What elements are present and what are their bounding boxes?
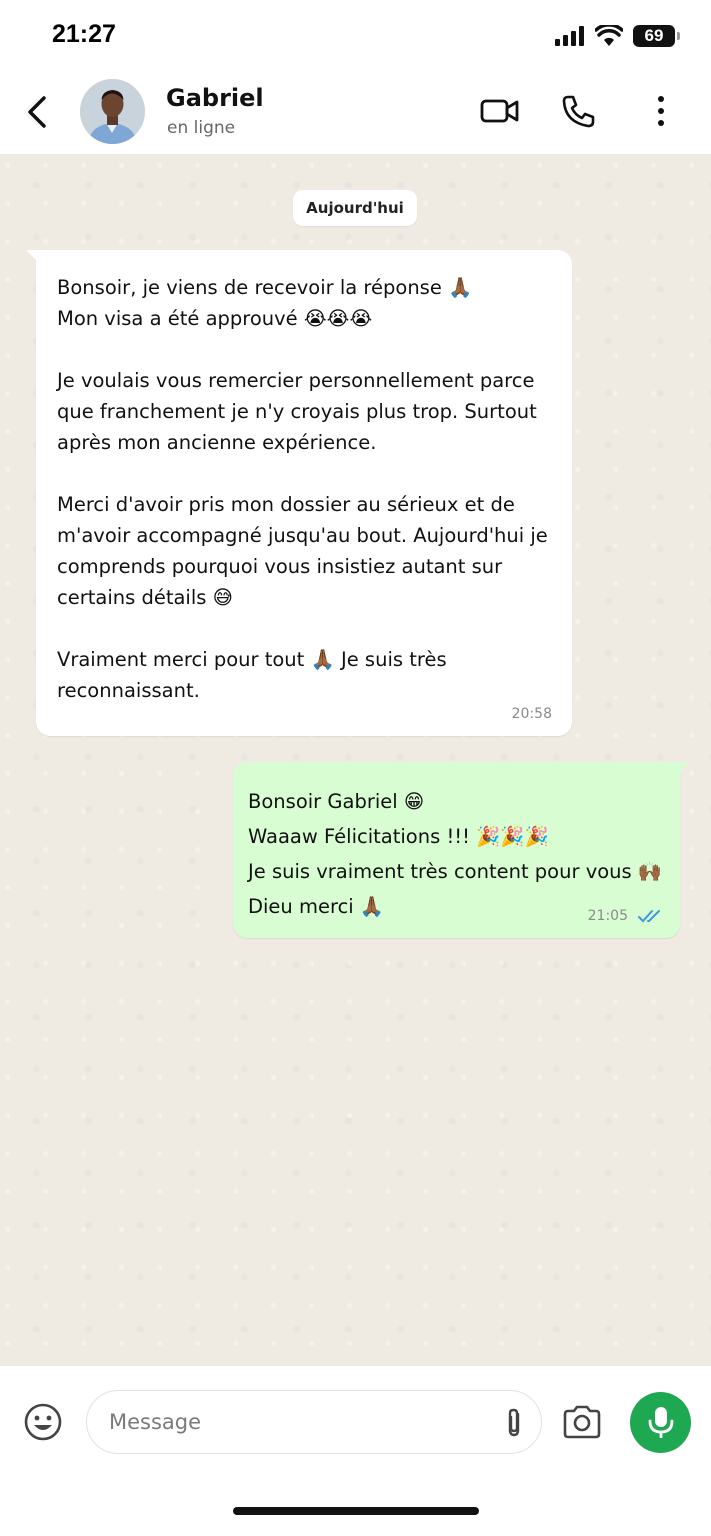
message-text: Bonsoir Gabriel 😁 Waaaw Félicitations !!…	[248, 790, 663, 918]
mic-button[interactable]	[630, 1392, 691, 1453]
battery-indicator: 69	[633, 25, 680, 47]
more-vert-icon[interactable]	[648, 94, 674, 128]
date-chip: Aujourd'hui	[293, 190, 417, 226]
mic-icon	[648, 1406, 673, 1438]
phone-icon[interactable]	[560, 94, 596, 128]
message-text: Bonsoir, je viens de recevoir la réponse…	[57, 276, 548, 702]
message-time: 20:58	[511, 706, 552, 722]
incoming-message[interactable]: Bonsoir, je viens de recevoir la réponse…	[26, 250, 572, 736]
read-ticks-icon	[638, 910, 660, 923]
status-time: 21:27	[52, 20, 116, 48]
avatar[interactable]	[80, 79, 145, 144]
wifi-icon	[595, 25, 623, 46]
signal-icon	[555, 26, 584, 46]
emoji-icon[interactable]	[23, 1402, 63, 1442]
input-bar: Message	[0, 1366, 711, 1536]
contact-status: en ligne	[167, 118, 236, 138]
attach-icon[interactable]	[503, 1407, 525, 1439]
status-bar: 21:27 69	[0, 0, 711, 72]
status-icons: 69	[555, 22, 680, 50]
chat-area[interactable]: Aujourd'hui Bonsoir, je viens de recevoi…	[0, 154, 711, 1366]
home-indicator	[233, 1507, 479, 1515]
message-input[interactable]: Message	[86, 1390, 542, 1454]
message-time: 21:05	[587, 908, 628, 924]
contact-name[interactable]: Gabriel	[166, 84, 264, 112]
message-placeholder: Message	[109, 1410, 202, 1434]
outgoing-message[interactable]: Bonsoir Gabriel 😁 Waaaw Félicitations !!…	[233, 762, 690, 938]
avatar-image	[80, 79, 145, 144]
camera-icon[interactable]	[562, 1404, 602, 1440]
back-icon[interactable]	[22, 92, 54, 132]
video-call-icon[interactable]	[480, 94, 520, 128]
chat-header: Gabriel en ligne	[0, 72, 711, 154]
